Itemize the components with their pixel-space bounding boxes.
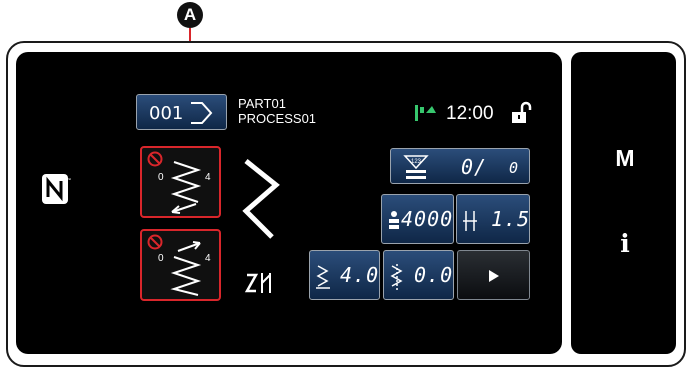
prohibited-icon bbox=[147, 151, 163, 167]
chevron-right-icon bbox=[191, 102, 213, 124]
zigzag-backtack-icon bbox=[170, 241, 202, 296]
width-icon bbox=[316, 265, 330, 289]
stitch-width-left-button[interactable]: 4.0 bbox=[309, 250, 380, 300]
max-speed-button[interactable]: 4000 bbox=[381, 194, 454, 244]
unlock-icon[interactable] bbox=[509, 101, 533, 125]
feed-right-value: 0.0 bbox=[414, 263, 454, 287]
counter-icon: 123 bbox=[403, 155, 429, 179]
feed-left-value: 4.0 bbox=[340, 263, 380, 287]
stitch-pitch-button[interactable]: 1.5 bbox=[456, 194, 530, 244]
clock: 12:00 bbox=[446, 103, 494, 124]
info-button[interactable]: i bbox=[610, 229, 640, 258]
svg-text:123: 123 bbox=[411, 159, 422, 165]
speed-icon bbox=[389, 211, 399, 229]
thread-trimmer-status-icon bbox=[412, 103, 440, 123]
start-backtack-tile[interactable]: 0 4 bbox=[140, 146, 221, 218]
counter-target: 0 bbox=[509, 159, 520, 177]
prohibited-icon bbox=[147, 234, 163, 250]
svg-text:™: ™ bbox=[67, 177, 71, 182]
end-backtack-tile[interactable]: 0 4 bbox=[140, 229, 221, 301]
bobbin-counter-button[interactable]: 123 0/ 0 bbox=[390, 148, 530, 184]
mode-button[interactable]: M bbox=[610, 145, 640, 172]
play-button[interactable] bbox=[457, 250, 530, 300]
pattern-number: 001 bbox=[149, 103, 184, 124]
counter-current: 0/ bbox=[461, 155, 488, 179]
reference-line-icon bbox=[390, 264, 403, 290]
tension-low-label: 0 bbox=[158, 253, 164, 264]
zigzag-backtack-icon bbox=[170, 161, 202, 214]
tension-high-label: 4 bbox=[205, 172, 211, 183]
pitch-icon bbox=[463, 211, 477, 231]
part-name: PART01 bbox=[238, 96, 286, 111]
process-name: PROCESS01 bbox=[238, 111, 317, 126]
play-icon bbox=[489, 270, 499, 282]
pitch-value: 1.5 bbox=[491, 207, 531, 231]
tension-high-label: 4 bbox=[205, 253, 211, 264]
zigzag-pattern-icon bbox=[242, 159, 280, 239]
callout-marker: A bbox=[177, 2, 203, 28]
side-panel bbox=[571, 52, 676, 354]
speed-value: 4000 bbox=[401, 207, 454, 231]
stitch-width-right-button[interactable]: 0.0 bbox=[383, 250, 454, 300]
stitch-pattern-icon bbox=[244, 273, 271, 293]
pattern-number-button[interactable]: 001 bbox=[136, 94, 227, 130]
nfc-icon: ™ bbox=[41, 173, 71, 205]
tension-low-label: 0 bbox=[158, 172, 164, 183]
